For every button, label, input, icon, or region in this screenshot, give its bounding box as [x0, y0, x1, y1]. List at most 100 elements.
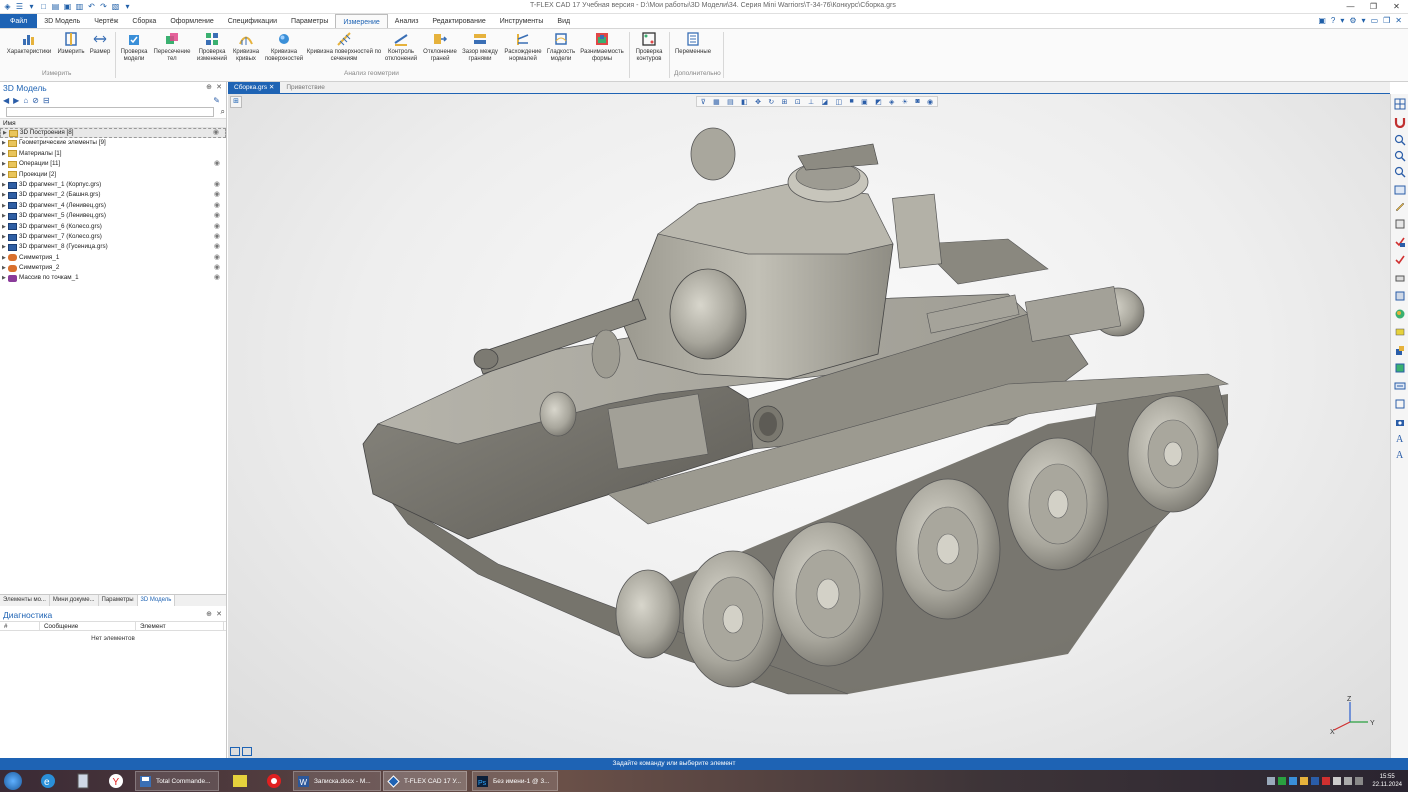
- visibility-eye-icon[interactable]: ◉: [214, 159, 220, 169]
- select-3d-icon[interactable]: [1394, 184, 1406, 196]
- browser-icon[interactable]: e: [40, 773, 56, 789]
- model-smoothness-button[interactable]: Гладкость модели: [545, 31, 577, 63]
- tree-item[interactable]: ▶ 3D фрагмент_7 (Колесо.grs) ◉: [0, 232, 226, 242]
- surface-curvature-sections-button[interactable]: Кривизна поверхностей по сечениям: [305, 31, 383, 63]
- tab-design[interactable]: Оформление: [163, 14, 220, 28]
- tab-specifications[interactable]: Спецификации: [221, 14, 284, 28]
- minimize-icon[interactable]: —: [1339, 0, 1362, 14]
- redo-icon[interactable]: ↷: [99, 2, 108, 11]
- open-folder-icon[interactable]: ▤: [51, 2, 60, 11]
- projection-icon[interactable]: [1394, 380, 1406, 392]
- close-icon[interactable]: ✕: [269, 84, 274, 91]
- tree-up-icon[interactable]: ⌂: [23, 96, 28, 105]
- close-icon[interactable]: ✕: [216, 82, 222, 94]
- tree-item[interactable]: ▶ Геометрические элементы [9]: [0, 138, 226, 148]
- restore-ribbon-icon[interactable]: ❐: [1383, 16, 1390, 25]
- tab-parameters-panel[interactable]: Параметры: [99, 595, 138, 606]
- visibility-eye-icon[interactable]: ◉: [214, 222, 220, 232]
- check-icon[interactable]: [1394, 236, 1406, 248]
- taskbar-app-word[interactable]: W Записка.docx - M...: [293, 771, 381, 791]
- close-icon[interactable]: ✕: [1385, 0, 1408, 14]
- calculator-icon[interactable]: [75, 773, 91, 789]
- tree-item[interactable]: ▶ Симметрия_2 ◉: [0, 263, 226, 273]
- zoom-fit-icon[interactable]: [1394, 166, 1406, 178]
- print-icon[interactable]: ▥: [75, 2, 84, 11]
- deviation-control-button[interactable]: Контроль отклонений: [383, 31, 419, 63]
- plane-icon[interactable]: [1394, 398, 1406, 410]
- tab-model-elements[interactable]: Элементы мо...: [0, 595, 50, 606]
- file-manager-icon[interactable]: [232, 773, 248, 789]
- tree-item[interactable]: ▶ Симметрия_1 ◉: [0, 253, 226, 263]
- app-logo-icon[interactable]: ◈: [3, 2, 12, 11]
- tree-item[interactable]: ▶ Материалы [1]: [0, 149, 226, 159]
- dimension-button[interactable]: Размер: [88, 31, 112, 56]
- gap-between-faces-button[interactable]: Зазор между гранями: [459, 31, 501, 63]
- tray-icon[interactable]: [1311, 777, 1320, 785]
- tab-view[interactable]: Вид: [550, 14, 577, 28]
- visibility-eye-icon[interactable]: ◉: [214, 180, 220, 190]
- visibility-eye-icon[interactable]: ◉: [214, 242, 220, 252]
- mold-separability-button[interactable]: Разнимаемость формы: [577, 31, 627, 63]
- magnet-icon[interactable]: [1394, 116, 1406, 128]
- tray-icon[interactable]: [1278, 777, 1287, 785]
- pencil-icon[interactable]: [1394, 200, 1406, 212]
- tree-item[interactable]: ▶ 3D фрагмент_8 (Гусеница.grs) ◉: [0, 242, 226, 252]
- network-icon[interactable]: [1355, 777, 1364, 785]
- filter-icon[interactable]: ⊟: [43, 96, 50, 105]
- tray-icon[interactable]: [1322, 777, 1331, 785]
- surface-curvature-button[interactable]: Кривизна поверхностей: [263, 31, 305, 63]
- search-icon[interactable]: ⌕: [221, 107, 225, 117]
- tree-item[interactable]: ▶ 3D фрагмент_5 (Ленивец.grs) ◉: [0, 211, 226, 221]
- eraser-icon[interactable]: [1394, 272, 1406, 284]
- tree-item[interactable]: ▶ 3D Построения [8] ◉: [0, 128, 226, 139]
- ribbon-options-icon[interactable]: ▣: [1318, 16, 1326, 25]
- visibility-eye-icon[interactable]: ◉: [214, 273, 220, 283]
- tab-file[interactable]: Файл: [0, 14, 38, 28]
- tab-3d-model-panel[interactable]: 3D Модель: [137, 595, 176, 606]
- tab-editing[interactable]: Редактирование: [425, 14, 492, 28]
- surface-icon[interactable]: [1394, 326, 1406, 338]
- solid-icon[interactable]: [1394, 362, 1406, 374]
- camera-icon[interactable]: [1394, 416, 1406, 428]
- tab-measurement[interactable]: Измерение: [335, 14, 388, 28]
- check-list-icon[interactable]: [1394, 254, 1406, 266]
- tree-item[interactable]: ▶ 3D фрагмент_1 (Корпус.grs) ◉: [0, 180, 226, 190]
- tray-icon[interactable]: [1333, 777, 1342, 785]
- grid-icon[interactable]: [1394, 98, 1406, 110]
- tank-model[interactable]: Z X Y: [228, 94, 1390, 758]
- forward-icon[interactable]: ▶: [13, 96, 19, 105]
- dropdown-icon[interactable]: ▾: [1340, 16, 1344, 25]
- messenger-icon[interactable]: [266, 773, 282, 789]
- sphere-icon[interactable]: [1394, 308, 1406, 320]
- new-file-icon[interactable]: □: [39, 2, 48, 11]
- body-icon[interactable]: [1394, 344, 1406, 356]
- properties-button[interactable]: Характеристики: [6, 31, 52, 56]
- tree-item[interactable]: ▶ 3D фрагмент_4 (Ленивец.grs) ◉: [0, 201, 226, 211]
- tab-assembly[interactable]: Сборка: [125, 14, 163, 28]
- visibility-eye-icon[interactable]: ◉: [214, 232, 220, 242]
- curve-curvature-button[interactable]: Кривизна кривых: [230, 31, 262, 63]
- visibility-eye-icon[interactable]: ◉: [214, 201, 220, 211]
- variables-button[interactable]: Переменные: [672, 31, 714, 56]
- tree-search-input[interactable]: ⌕: [6, 107, 225, 117]
- tab-3d-model[interactable]: 3D Модель: [37, 14, 87, 28]
- taskbar-app-photoshop[interactable]: Ps Без имени-1 @ 3...: [472, 771, 558, 791]
- chevron-down-icon[interactable]: ▾: [123, 2, 132, 11]
- back-icon[interactable]: ◀: [3, 96, 9, 105]
- zoom-in-icon[interactable]: [1394, 134, 1406, 146]
- face-deviation-button[interactable]: Отклонение граней: [421, 31, 459, 63]
- tree-item[interactable]: ▶ 3D фрагмент_6 (Колесо.grs) ◉: [0, 222, 226, 232]
- text-icon[interactable]: A: [1394, 432, 1406, 444]
- close-icon[interactable]: ✕: [216, 609, 222, 621]
- tree-item[interactable]: ▶ 3D фрагмент_2 (Башня.grs) ◉: [0, 190, 226, 200]
- yandex-browser-icon[interactable]: Y: [108, 773, 124, 789]
- text-3d-icon[interactable]: A: [1394, 448, 1406, 460]
- body-intersection-button[interactable]: Пересечение тел: [152, 31, 192, 63]
- refresh-icon[interactable]: ⊘: [32, 96, 39, 105]
- tab-analysis[interactable]: Анализ: [388, 14, 426, 28]
- tray-icon[interactable]: [1267, 777, 1276, 785]
- visibility-eye-icon[interactable]: ◉: [214, 211, 220, 221]
- tray-icon[interactable]: [1300, 777, 1309, 785]
- tab-drawing[interactable]: Чертёж: [87, 14, 125, 28]
- normals-divergence-button[interactable]: Расхождение нормалей: [501, 31, 545, 63]
